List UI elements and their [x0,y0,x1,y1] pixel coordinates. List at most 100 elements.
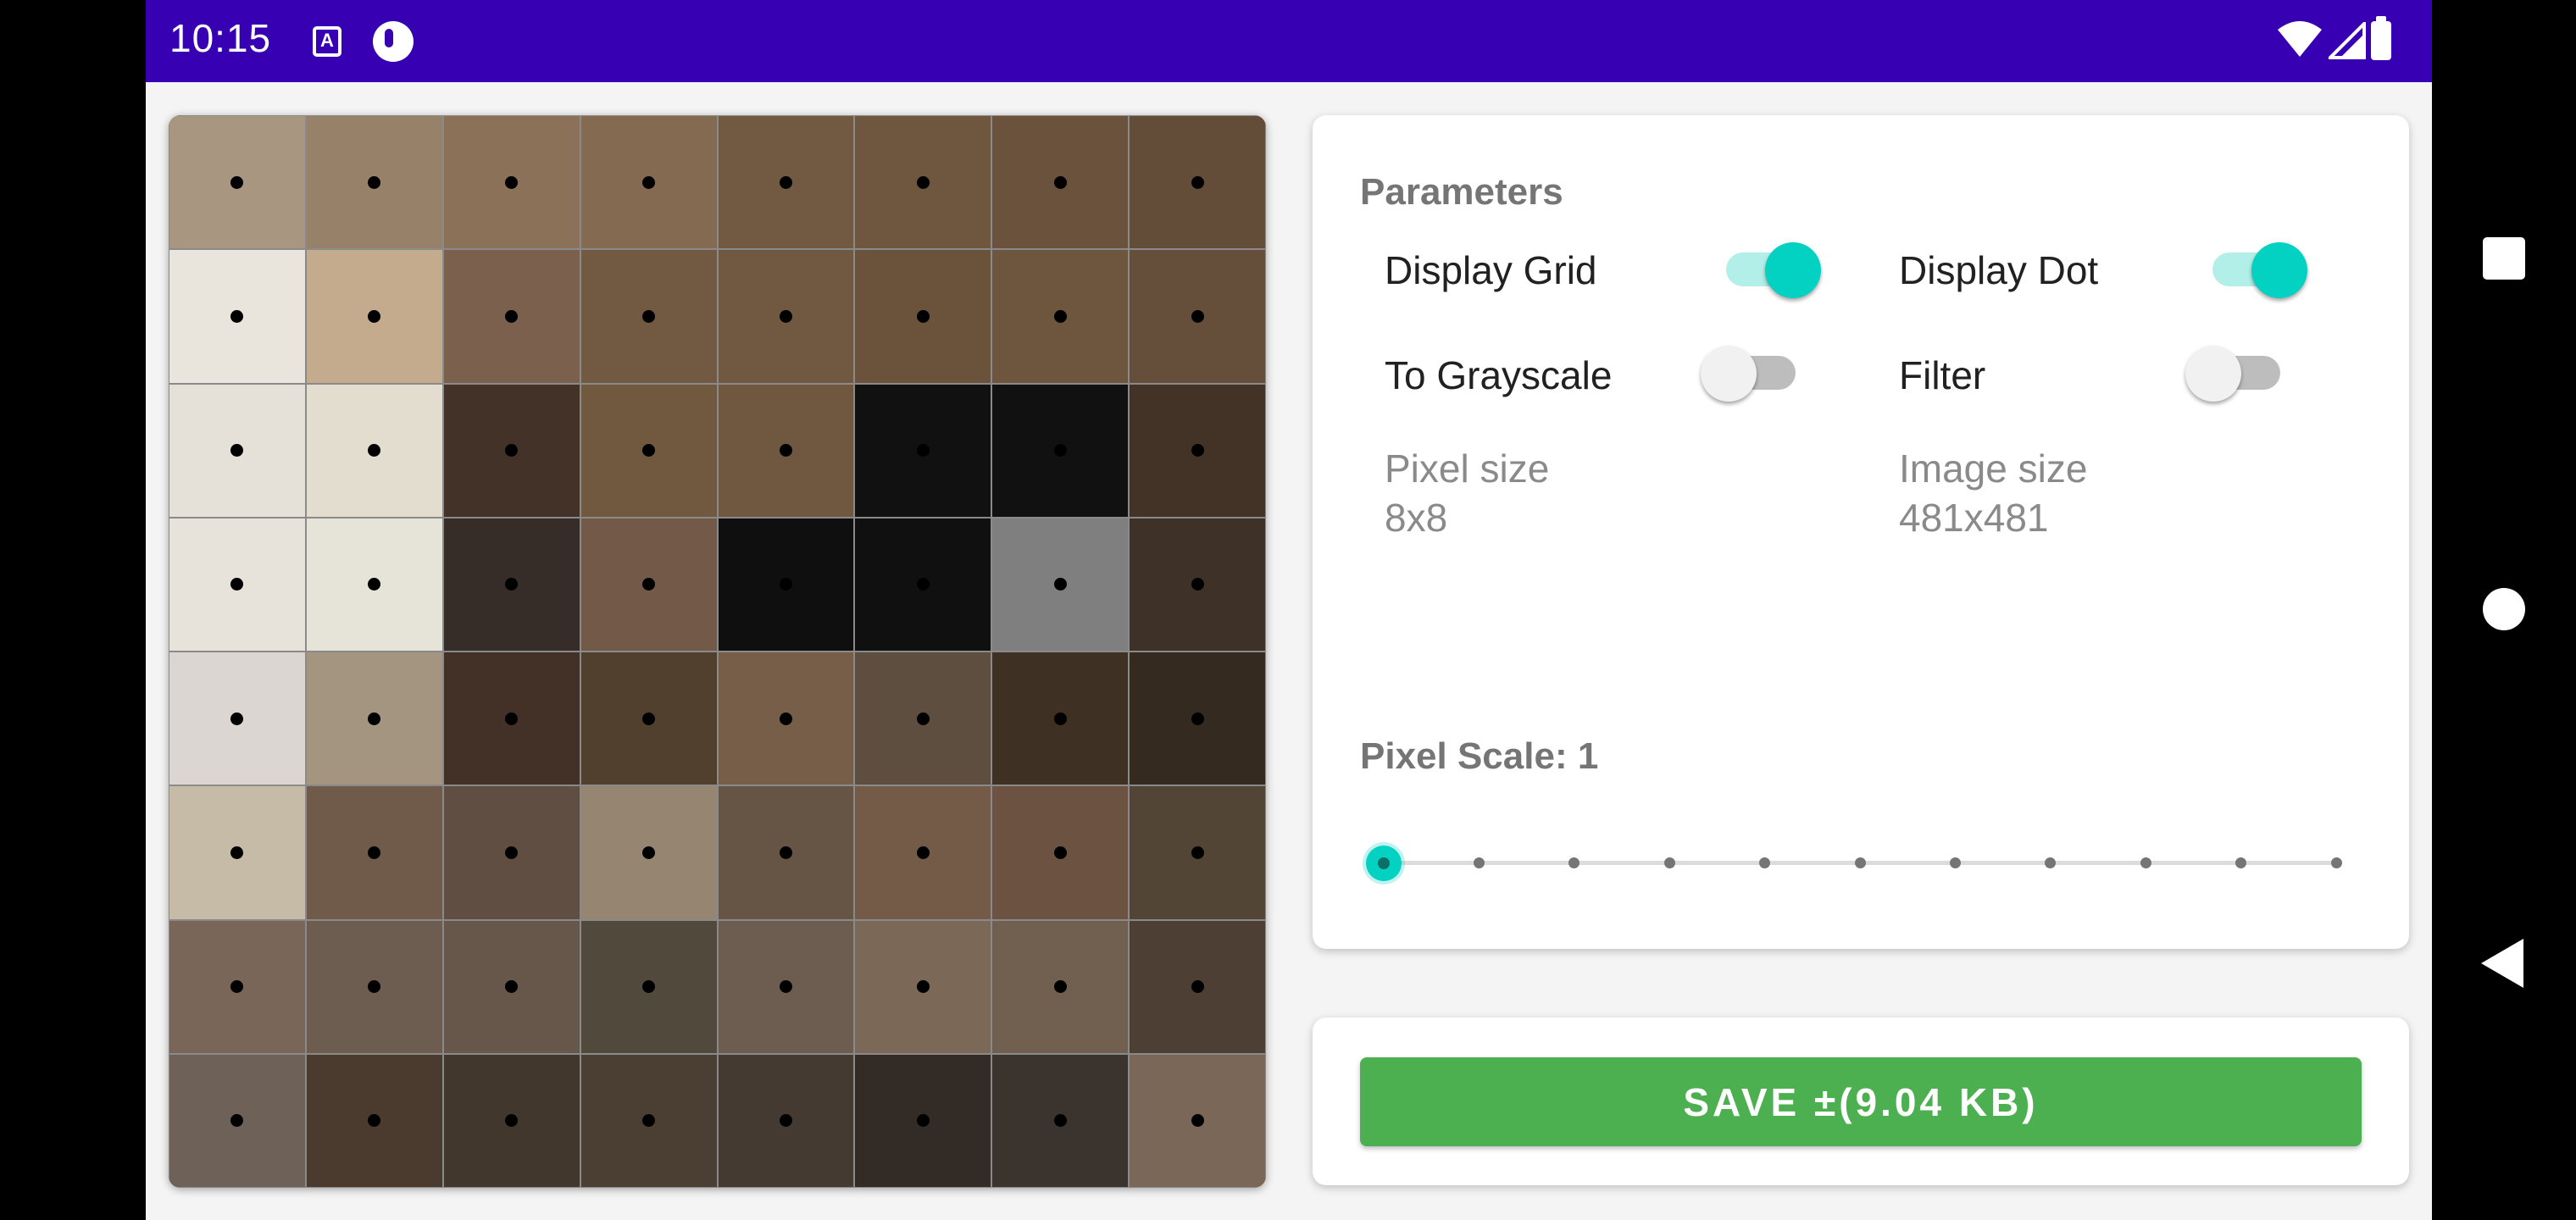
pixel-dot [642,846,656,859]
pixel-cell [169,249,306,384]
pixel-dot [916,444,930,458]
pixel-dot [916,175,930,189]
save-button[interactable]: SAVE ±(9.04 KB) [1360,1057,2362,1146]
pixel-cell [169,785,306,920]
pixel-dot [916,712,930,725]
pixel-scale-slider[interactable] [1360,846,2345,881]
pixel-dot [368,846,381,859]
slider-tick [1759,857,1771,868]
pixel-dot [642,980,656,994]
pixel-cell [580,785,718,920]
display-grid-label: Display Grid [1385,248,1597,292]
pixel-cell [442,1053,580,1188]
pixel-dot [505,1114,519,1128]
pixel-dot [916,309,930,323]
pixel-cell [1129,1053,1266,1188]
pixel-dot [779,1114,792,1128]
pixel-cell [1129,517,1266,652]
pixel-cell [854,919,992,1054]
parameters-card: Parameters Display Grid Display Dot To G… [1313,115,2409,949]
pixel-dot [368,1114,381,1128]
pixel-cell [305,383,443,518]
pixel-art-preview [169,115,1266,1188]
pixel-cell [305,517,443,652]
pixel-cell [442,383,580,518]
pixel-cell [991,115,1130,250]
pixel-size-label: Pixel size [1385,446,1550,491]
pixel-dot [230,846,244,859]
pixel-cell [169,383,306,518]
to-grayscale-label: To Grayscale [1385,353,1613,397]
pixel-cell [991,785,1130,920]
pixel-cell [854,785,992,920]
switch-thumb [2185,346,2241,402]
pixel-dot [916,578,930,591]
pixel-dot [368,712,381,725]
pixel-dot [642,175,656,189]
pixel-dot [230,309,244,323]
slider-tick [1663,857,1675,868]
parameters-title: Parameters [1360,171,1563,213]
app-notification-icon [373,21,414,62]
pixel-dot [1191,712,1204,725]
recents-square-icon[interactable] [2483,237,2525,280]
pixel-cell [717,383,855,518]
slider-thumb[interactable] [1366,846,1402,881]
pixel-cell [442,919,580,1054]
slider-tick [1949,857,1961,868]
filter-label: Filter [1899,353,1986,397]
pixel-cell [169,652,306,786]
pixel-cell [717,785,855,920]
pixel-cell [991,1053,1130,1188]
pixel-cell [854,249,992,384]
pixel-dot [368,578,381,591]
pixel-dot [230,444,244,458]
pixel-dot [368,444,381,458]
pixel-dot [642,712,656,725]
image-size-info: Image size 481x481 [1899,444,2087,542]
pixel-dot [779,712,792,725]
pixel-cell [1129,249,1266,384]
pixel-dot [505,309,519,323]
app-screen: 10:15 A Parameters Display Grid Display … [146,0,2432,1220]
wifi-icon [2278,21,2322,57]
pixel-cell [717,517,855,652]
slider-tick [1854,857,1866,868]
pixel-dot [916,846,930,859]
pixel-dot [368,980,381,994]
display-dot-switch[interactable] [2206,234,2307,302]
pixel-dot [1053,309,1067,323]
pixel-cell [991,383,1130,518]
pixel-cell [580,383,718,518]
pixel-dot [505,175,519,189]
to-grayscale-switch[interactable] [1701,337,1802,405]
pixel-cell [1129,383,1266,518]
display-dot-label: Display Dot [1899,248,2099,292]
pixel-cell [580,517,718,652]
pixel-size-info: Pixel size 8x8 [1385,444,1549,542]
save-card: SAVE ±(9.04 KB) [1313,1018,2409,1185]
pixel-dot [642,578,656,591]
pixel-dot [779,309,792,323]
pixel-dot [505,712,519,725]
pixel-cell [717,919,855,1054]
pixel-dot [1191,980,1204,994]
pixel-cell [1129,115,1266,250]
pixel-cell [1129,785,1266,920]
pixel-dot [1053,1114,1067,1128]
pixel-dot [1191,846,1204,859]
home-circle-icon[interactable] [2483,588,2525,630]
pixel-dot [230,712,244,725]
filter-switch[interactable] [2185,337,2287,405]
pixel-cell [1129,652,1266,786]
pixel-dot [642,444,656,458]
pixel-dot [779,578,792,591]
slider-tick [2045,857,2057,868]
back-triangle-icon[interactable] [2481,939,2523,988]
pixel-cell [854,652,992,786]
pixel-dot [505,980,519,994]
pixel-dot [916,980,930,994]
display-grid-switch[interactable] [1719,234,1821,302]
pixel-dot [779,444,792,458]
pixel-dot [505,846,519,859]
